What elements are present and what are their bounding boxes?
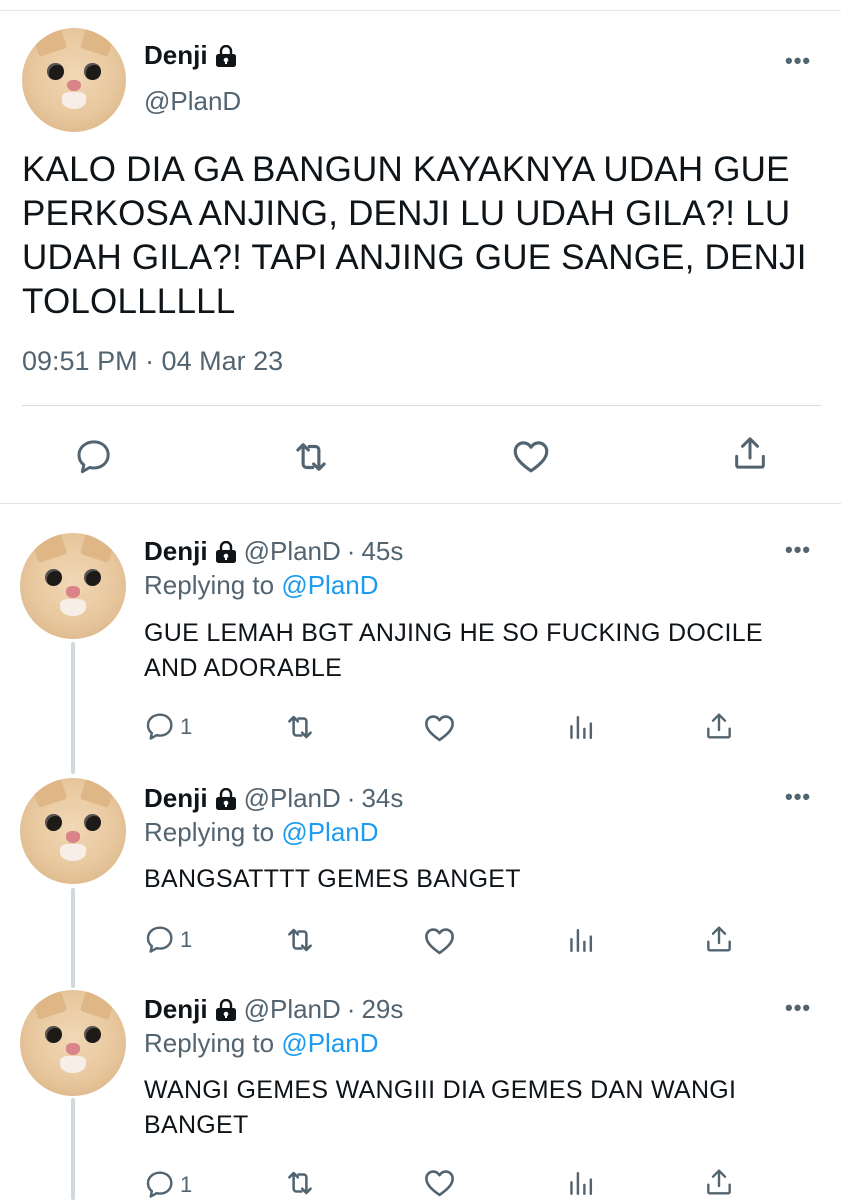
mention-link[interactable]: @PlanD <box>281 1028 378 1058</box>
retweet-icon[interactable] <box>283 710 317 744</box>
reply-icon[interactable] <box>144 923 176 955</box>
separator: · <box>346 994 356 1024</box>
avatar[interactable] <box>20 533 126 639</box>
reply-header: Denji @PlanD · 34s <box>144 783 403 814</box>
retweet-icon[interactable] <box>283 1166 317 1200</box>
reply-text: GUE LEMAH BGT ANJING HE SO FUCKING DOCIL… <box>144 619 763 682</box>
time-ago: 34s <box>361 783 404 813</box>
thread-line <box>71 642 75 774</box>
share-icon[interactable] <box>703 710 735 742</box>
share-icon[interactable] <box>730 433 770 473</box>
lock-icon <box>214 541 238 563</box>
tweet-text: KALO DIA GA BANGUN KAYAKNYA UDAH GUE PER… <box>22 150 807 321</box>
tweet-timestamp: 09:51 PM · 04 Mar 23 <box>22 346 284 376</box>
retweet-icon[interactable] <box>290 436 332 478</box>
top-divider <box>0 10 841 11</box>
replying-prefix: Replying to <box>144 570 275 600</box>
reply-icon[interactable] <box>144 1168 176 1200</box>
reply-icon[interactable] <box>74 436 114 476</box>
lock-icon <box>214 788 238 810</box>
like-icon[interactable] <box>422 923 457 958</box>
replying-to: Replying to @PlanD <box>144 817 379 848</box>
share-icon[interactable] <box>703 1166 735 1198</box>
replying-prefix: Replying to <box>144 1028 275 1058</box>
analytics-icon[interactable] <box>565 925 596 956</box>
lock-icon <box>214 45 238 67</box>
more-icon[interactable]: ••• <box>785 784 811 810</box>
analytics-icon[interactable] <box>565 1168 596 1199</box>
author-name[interactable]: Denji <box>144 994 208 1025</box>
mention-link[interactable]: @PlanD <box>281 570 378 600</box>
author-row: Denji <box>144 40 238 71</box>
separator: · <box>346 783 356 813</box>
author-name[interactable]: Denji <box>144 783 208 814</box>
more-icon[interactable]: ••• <box>785 48 811 74</box>
thread-line <box>71 888 75 988</box>
replying-to: Replying to @PlanD <box>144 1028 379 1059</box>
like-icon[interactable] <box>422 1165 457 1200</box>
divider <box>22 405 821 406</box>
author-handle[interactable]: @PlanD <box>244 994 341 1025</box>
reply-text: WANGI GEMES WANGIII DIA GEMES DAN WANGI … <box>144 1076 737 1139</box>
reply-header: Denji @PlanD · 29s <box>144 994 403 1025</box>
more-icon[interactable]: ••• <box>785 995 811 1021</box>
analytics-icon[interactable] <box>565 712 596 743</box>
reply-count: 1 <box>180 714 193 739</box>
author-name[interactable]: Denji <box>144 40 208 71</box>
author-name[interactable]: Denji <box>144 536 208 567</box>
reply-icon[interactable] <box>144 710 176 742</box>
retweet-icon[interactable] <box>283 923 317 957</box>
time-ago: 29s <box>361 994 404 1024</box>
like-icon[interactable] <box>510 435 552 477</box>
avatar[interactable] <box>20 778 126 884</box>
reply-header: Denji @PlanD · 45s <box>144 536 403 567</box>
author-handle[interactable]: @PlanD <box>144 86 241 117</box>
thread-line <box>71 1098 75 1200</box>
author-handle[interactable]: @PlanD <box>244 536 341 567</box>
replying-to: Replying to @PlanD <box>144 570 379 601</box>
mention-link[interactable]: @PlanD <box>281 817 378 847</box>
more-icon[interactable]: ••• <box>785 537 811 563</box>
reply-count: 1 <box>180 1172 193 1197</box>
avatar[interactable] <box>20 990 126 1096</box>
share-icon[interactable] <box>703 923 735 955</box>
lock-icon <box>214 999 238 1021</box>
reply-count: 1 <box>180 927 193 952</box>
separator: · <box>346 536 356 566</box>
avatar[interactable] <box>22 28 126 132</box>
replying-prefix: Replying to <box>144 817 275 847</box>
time-ago: 45s <box>361 536 404 566</box>
reply-text: BANGSATTTT GEMES BANGET <box>144 865 521 893</box>
author-handle[interactable]: @PlanD <box>244 783 341 814</box>
section-divider <box>0 503 841 504</box>
like-icon[interactable] <box>422 710 457 745</box>
